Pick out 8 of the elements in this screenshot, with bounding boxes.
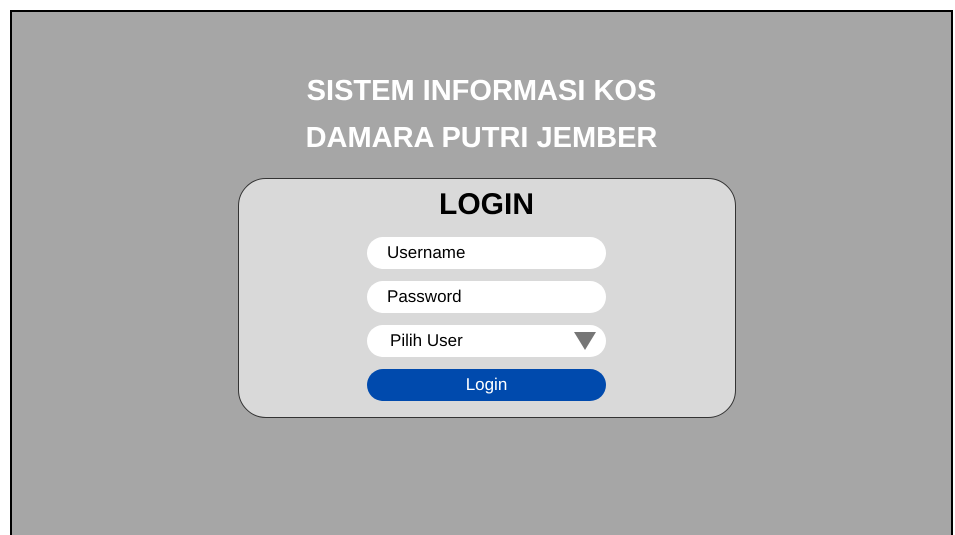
login-button[interactable]: Login	[367, 369, 606, 401]
app-title: SISTEM INFORMASI KOS	[306, 74, 656, 109]
app-title: DAMARA PUTRI JEMBER	[306, 121, 658, 156]
login-heading: LOGIN	[439, 187, 534, 223]
dropdown-triangle-icon	[574, 332, 596, 350]
username-field[interactable]: Username	[367, 237, 606, 269]
password-field[interactable]: Password	[367, 281, 606, 313]
user-select[interactable]: Pilih User	[367, 325, 606, 357]
